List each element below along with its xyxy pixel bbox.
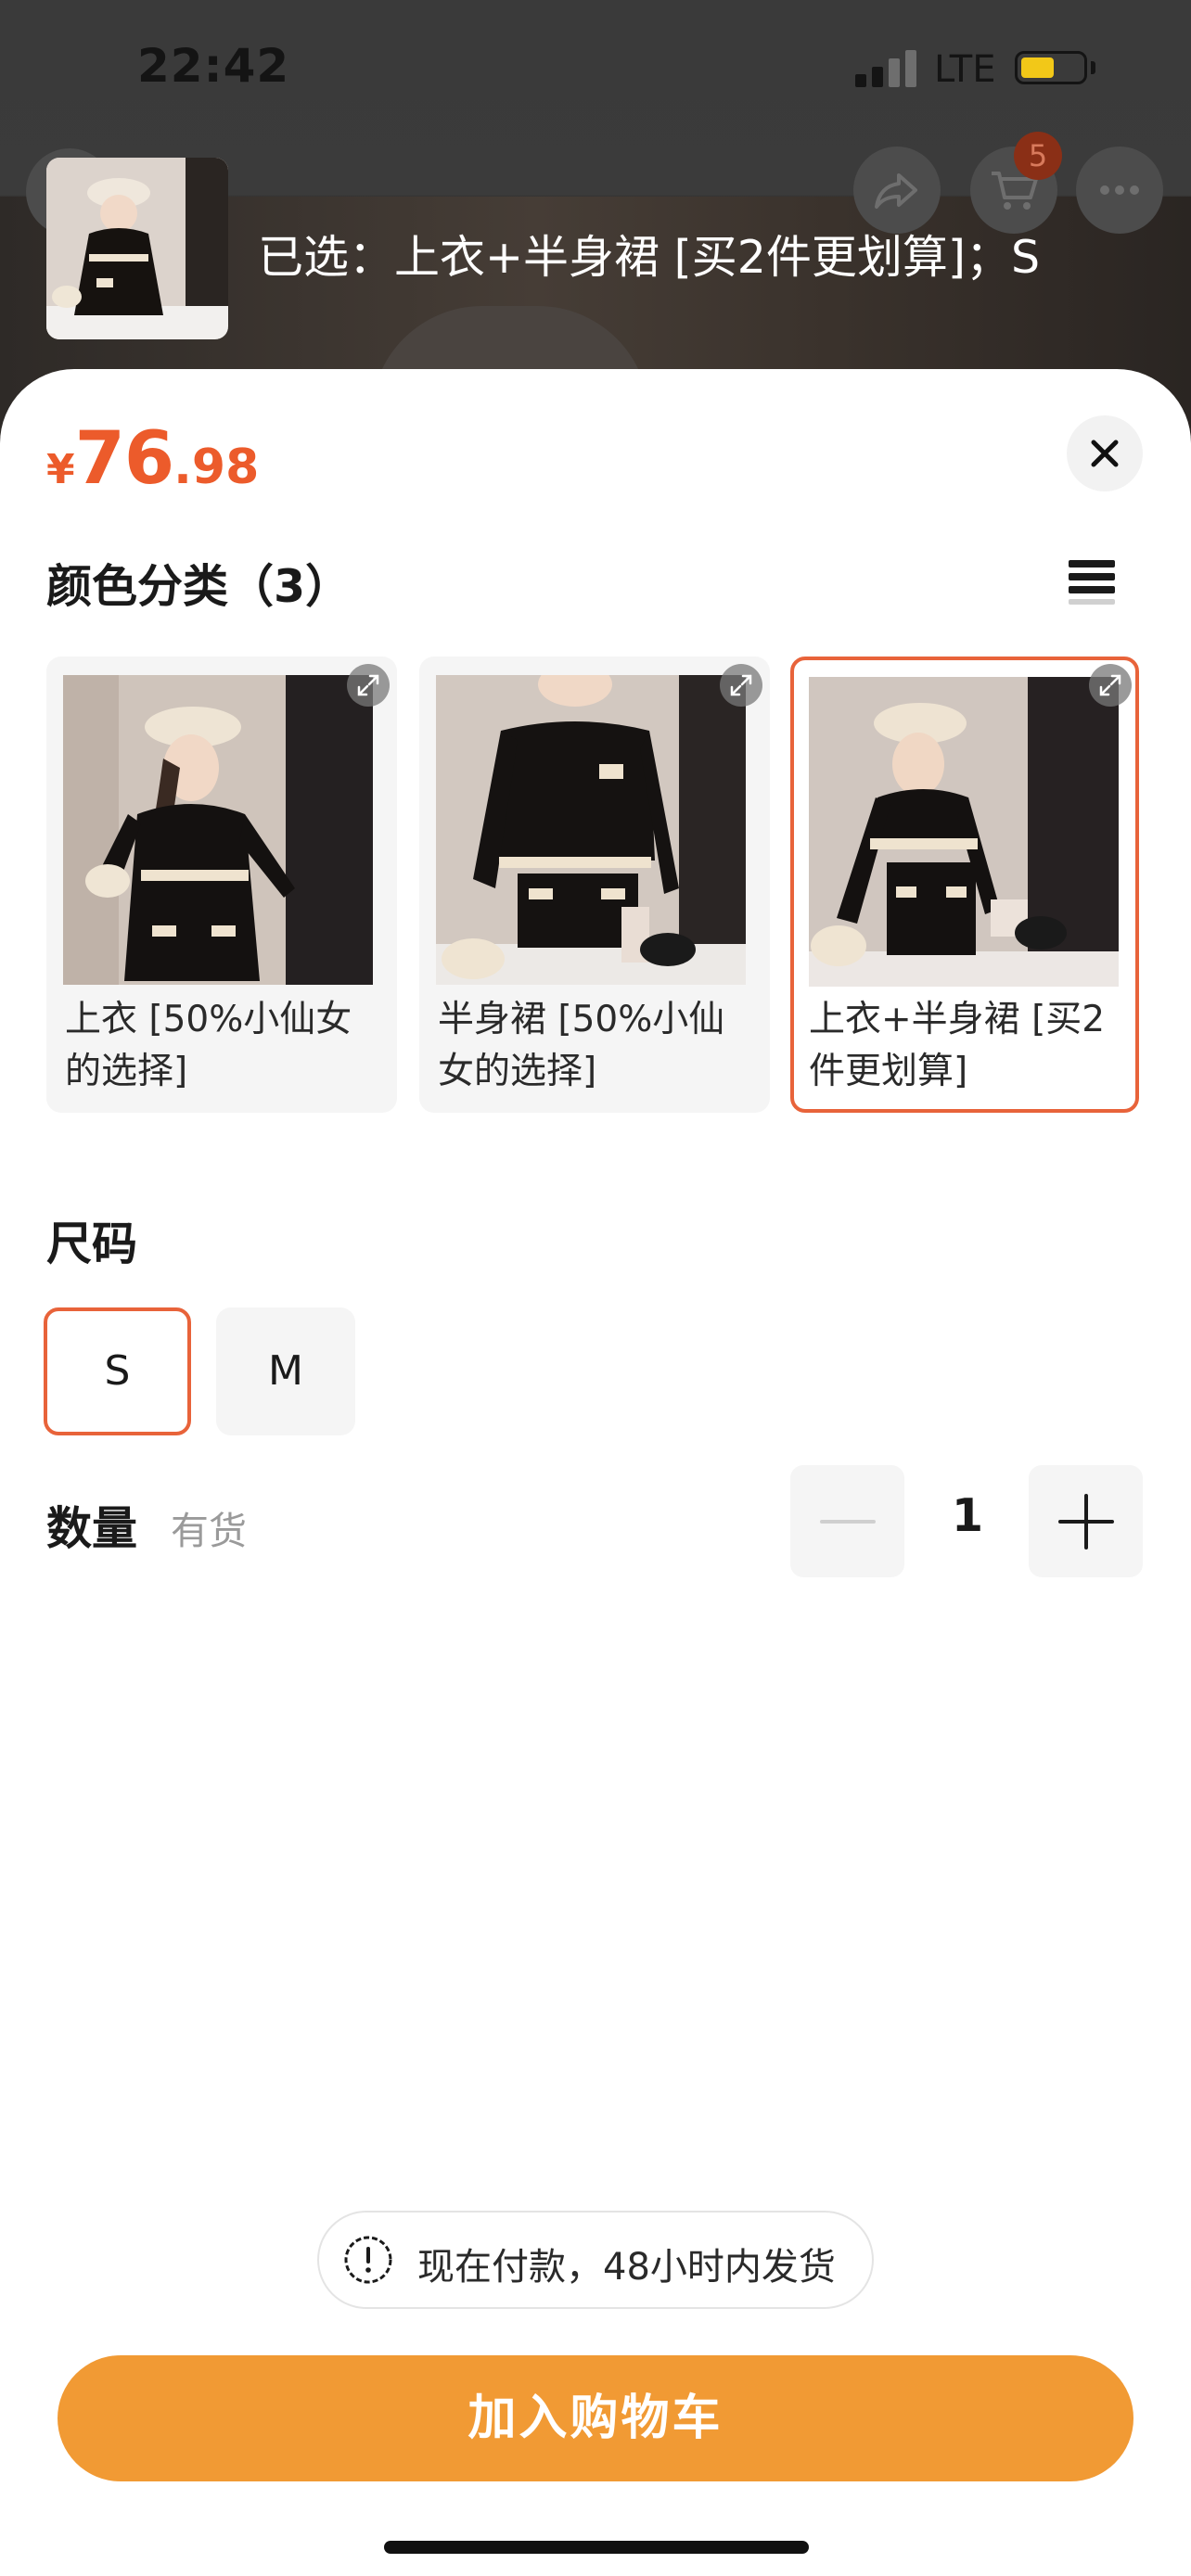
color-option-image xyxy=(809,677,1119,987)
expand-image-button[interactable] xyxy=(1089,664,1132,707)
signal-icon xyxy=(855,50,916,87)
more-icon xyxy=(1100,185,1139,195)
color-option-label: 上衣 [50%小仙女的选择] xyxy=(65,999,352,1092)
quantity-section-title: 数量 xyxy=(46,1502,138,1555)
expand-icon xyxy=(730,674,752,696)
close-icon xyxy=(1091,440,1119,467)
shipping-notice: 现在付款，48小时内发货 xyxy=(317,2211,874,2309)
size-option-s[interactable]: S xyxy=(44,1307,191,1435)
quantity-increase-button[interactable] xyxy=(1029,1465,1143,1577)
battery-icon xyxy=(1015,51,1087,84)
color-option-image xyxy=(63,675,373,985)
battery-tip xyxy=(1091,61,1095,74)
stock-status: 有货 xyxy=(171,1509,247,1553)
expand-icon xyxy=(1099,674,1121,696)
share-icon xyxy=(875,173,917,209)
size-section-title: 尺码 xyxy=(46,1218,138,1270)
more-button[interactable] xyxy=(1076,147,1163,234)
product-photo xyxy=(46,158,228,339)
product-photo xyxy=(809,677,1119,987)
plus-icon xyxy=(1058,1494,1114,1549)
quantity-decrease-button[interactable] xyxy=(790,1465,904,1577)
battery-level xyxy=(1021,57,1055,78)
home-indicator[interactable] xyxy=(384,2541,809,2554)
color-option-label: 半身裙 [50%小仙女的选择] xyxy=(438,999,725,1092)
size-option-m[interactable]: M xyxy=(216,1307,355,1435)
price-decimal: .98 xyxy=(173,440,260,495)
price-integer: 76 xyxy=(74,417,175,501)
price: ¥76.98 xyxy=(46,417,259,501)
network-label: LTE xyxy=(934,48,996,91)
color-option-label: 上衣+半身裙 [买2件更划算] xyxy=(809,999,1106,1092)
minus-icon xyxy=(820,1520,876,1524)
product-photo xyxy=(63,675,373,985)
exclamation-circle-icon xyxy=(344,2236,392,2284)
shipping-notice-text: 现在付款，48小时内发货 xyxy=(417,2246,836,2289)
price-currency: ¥ xyxy=(46,446,75,493)
product-photo xyxy=(436,675,746,985)
list-view-icon[interactable] xyxy=(1067,556,1117,606)
close-button[interactable] xyxy=(1067,415,1143,491)
color-option-top[interactable]: 上衣 [50%小仙女的选择] xyxy=(46,657,397,1113)
color-option-set[interactable]: 上衣+半身裙 [买2件更划算] xyxy=(790,657,1139,1113)
selected-variant-text: 已选：上衣+半身裙 [买2件更划算]；S xyxy=(258,231,1041,284)
expand-image-button[interactable] xyxy=(347,664,390,707)
quantity-value[interactable]: 1 xyxy=(928,1489,1007,1542)
expand-image-button[interactable] xyxy=(720,664,762,707)
expand-icon xyxy=(357,674,379,696)
color-section-title: 颜色分类（3） xyxy=(46,560,352,613)
color-option-skirt[interactable]: 半身裙 [50%小仙女的选择] xyxy=(419,657,770,1113)
cart-badge: 5 xyxy=(1014,132,1062,180)
color-option-image xyxy=(436,675,746,985)
selected-variant-thumbnail[interactable] xyxy=(46,158,228,339)
add-to-cart-button[interactable]: 加入购物车 xyxy=(58,2355,1133,2481)
status-time: 22:42 xyxy=(137,39,290,93)
